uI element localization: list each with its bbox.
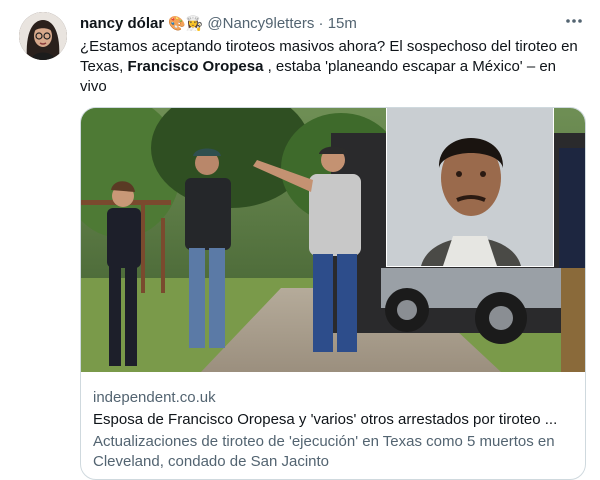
tweet-text-bold: Francisco Oropesa [127, 58, 264, 75]
link-card[interactable]: independent.co.uk Esposa de Francisco Or… [80, 107, 586, 480]
avatar[interactable] [19, 12, 67, 60]
card-title: Esposa de Francisco Oropesa y 'varios' o… [93, 411, 558, 428]
tweet-text: ¿Estamos aceptando tiroteos masivos ahor… [80, 37, 585, 97]
name-emojis: 🎨👩‍🍳 [168, 15, 204, 31]
separator-dot: · [318, 15, 324, 32]
card-domain: independent.co.uk [93, 389, 216, 406]
tweet-header: nancy dólar 🎨👩‍🍳 @Nancy9letters · 15m [80, 13, 357, 34]
card-description: Actualizaciones de tiroteo de 'ejecución… [93, 433, 555, 470]
display-name[interactable]: nancy dólar [80, 15, 164, 32]
more-horizontal-icon[interactable] [564, 11, 584, 31]
card-image[interactable] [81, 108, 585, 372]
handle[interactable]: @Nancy9letters [207, 15, 314, 32]
timestamp[interactable]: 15m [328, 15, 357, 32]
tweet[interactable]: nancy dólar 🎨👩‍🍳 @Nancy9letters · 15m ¿E… [0, 0, 600, 480]
